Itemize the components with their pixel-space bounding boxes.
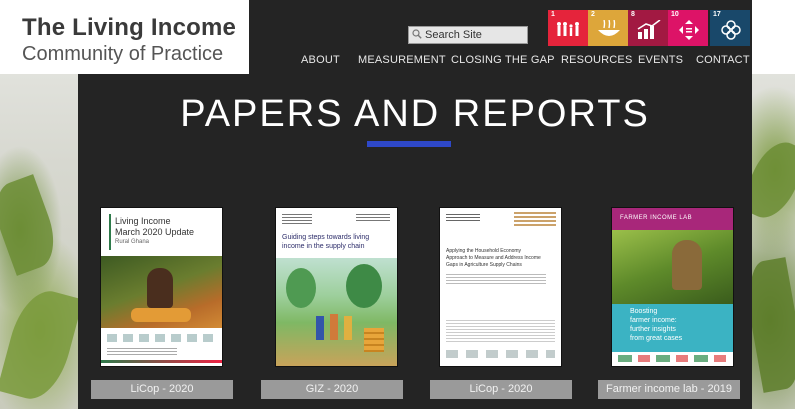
- cover-header-logos: [446, 214, 480, 222]
- nav-item-closing-the-gap[interactable]: CLOSING THE GAP: [451, 54, 555, 70]
- page-title: PAPERS AND REPORTS: [180, 93, 650, 135]
- cover-title: Guiding steps towards living: [282, 234, 370, 241]
- family-icon: [557, 22, 579, 36]
- sdg-number: 1: [551, 11, 555, 18]
- cover-title: Living Income: [115, 216, 171, 226]
- cover-title: further insights: [630, 326, 676, 333]
- equality-arrows-icon: [679, 20, 699, 40]
- cover-logos: [446, 350, 555, 358]
- report-caption-1[interactable]: LiCop - 2020: [91, 380, 233, 399]
- sdg-number: 10: [671, 11, 679, 18]
- search-placeholder: Search Site: [425, 29, 482, 41]
- search-icon: [412, 29, 422, 39]
- cover-title: Gaps in Agriculture Supply Chains: [446, 262, 522, 268]
- cover-title: Boosting: [630, 308, 658, 315]
- logo-line-2: Community of Practice: [22, 43, 224, 65]
- sdg-number: 17: [713, 11, 721, 18]
- cover-title: Approach to Measure and Address Income: [446, 255, 541, 261]
- nav-item-contact[interactable]: CONTACT: [696, 54, 750, 70]
- report-caption-4[interactable]: Farmer income lab - 2019: [598, 380, 740, 399]
- cover-photo: [612, 230, 733, 304]
- sdg-number: 8: [631, 11, 635, 18]
- cover-title: farmer income:: [630, 317, 677, 324]
- cover-logos: [618, 355, 727, 362]
- cover-logos: [107, 334, 216, 342]
- cover-footer-text: [107, 348, 177, 356]
- report-cover-3[interactable]: Applying the Household Economy Approach …: [440, 208, 561, 366]
- search-input[interactable]: Search Site: [408, 26, 528, 44]
- cover-accent: [109, 214, 111, 250]
- sdg-tile-17[interactable]: 17: [710, 10, 750, 46]
- nav-item-about[interactable]: ABOUT: [301, 54, 340, 70]
- sdg-number: 2: [591, 11, 595, 18]
- cover-header-text: FARMER INCOME LAB: [620, 215, 693, 221]
- cover-title: Applying the Household Economy: [446, 248, 522, 254]
- cover-header-logos: [356, 214, 390, 222]
- cover-header-logos: [514, 212, 556, 228]
- cover-stripe: [101, 360, 222, 363]
- report-cover-4[interactable]: FARMER INCOME LAB Boosting farmer income…: [612, 208, 733, 366]
- partnership-flower-icon: [721, 20, 741, 40]
- nav-item-resources[interactable]: RESOURCES: [561, 54, 632, 70]
- site-logo[interactable]: The Living Income Community of Practice: [22, 14, 236, 66]
- cover-title: March 2020 Update: [115, 227, 195, 237]
- growth-chart-icon: [637, 20, 661, 39]
- report-cover-1[interactable]: Living Income March 2020 Update Rural Gh…: [101, 208, 222, 366]
- cover-subtitle: Rural Ghana: [115, 239, 150, 245]
- sdg-tile-1[interactable]: 1: [548, 10, 588, 46]
- cover-illustration: [276, 258, 397, 366]
- report-cover-2[interactable]: Guiding steps towards living income in t…: [276, 208, 397, 366]
- logo-line-1: The Living Income: [22, 14, 237, 41]
- cover-body-text: [446, 320, 555, 342]
- cover-photo: [101, 256, 222, 328]
- nav-item-measurement[interactable]: MEASUREMENT: [358, 54, 446, 70]
- sdg-tile-10[interactable]: 10: [668, 10, 708, 46]
- report-caption-3[interactable]: LiCop - 2020: [430, 380, 572, 399]
- cover-body-text: [446, 274, 546, 284]
- nav-item-events[interactable]: EVENTS: [638, 54, 683, 70]
- sdg-tile-8[interactable]: 8: [628, 10, 668, 46]
- sdg-tile-2[interactable]: 2: [588, 10, 628, 46]
- cover-header-logos: [282, 214, 312, 224]
- title-underline: [367, 141, 451, 147]
- bowl-icon: [598, 20, 620, 36]
- cover-title: from great cases: [630, 335, 683, 342]
- cover-title: income in the supply chain: [282, 243, 365, 250]
- report-caption-2[interactable]: GIZ - 2020: [261, 380, 403, 399]
